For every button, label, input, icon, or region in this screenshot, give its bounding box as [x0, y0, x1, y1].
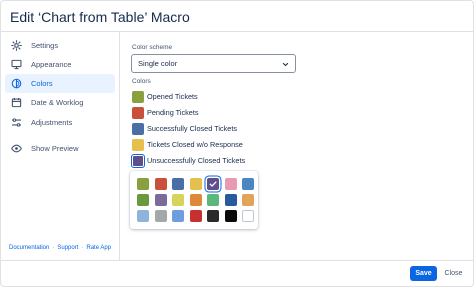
- color-swatch[interactable]: [131, 153, 145, 168]
- palette-swatch[interactable]: [224, 194, 237, 206]
- sidebar-item-adjustments[interactable]: Adjustments: [5, 113, 115, 132]
- palette-swatch[interactable]: [154, 194, 167, 206]
- palette-swatch[interactable]: [172, 210, 184, 222]
- palette-swatch[interactable]: [224, 210, 237, 222]
- palette-swatch[interactable]: [172, 194, 184, 206]
- documentation-link[interactable]: Documentation: [9, 245, 49, 251]
- palette-swatch[interactable]: [207, 194, 219, 206]
- palette-swatch[interactable]: [242, 194, 254, 206]
- color-row-label: Opened Tickets: [147, 92, 198, 101]
- sidebar-item-label: Settings: [31, 41, 59, 50]
- save-button[interactable]: Save: [410, 266, 437, 281]
- color-row-pending[interactable]: Pending Tickets: [132, 106, 199, 119]
- color-row-unsuccessfully-closed[interactable]: Unsuccessfully Closed Tickets: [131, 153, 246, 168]
- sidebar-item-label: Adjustments: [31, 118, 73, 127]
- color-swatch[interactable]: [132, 106, 144, 119]
- color-scheme-label: Color scheme: [132, 44, 173, 51]
- close-button[interactable]: Close: [440, 266, 467, 281]
- color-row-label: Pending Tickets: [147, 108, 199, 117]
- sidebar-item-colors[interactable]: Colors: [5, 74, 115, 93]
- sidebar-item-label: Show Preview: [31, 144, 79, 153]
- sliders-icon: [11, 117, 22, 128]
- color-scheme-select[interactable]: Single color: [131, 54, 296, 73]
- color-row-label: Tickets Closed w/o Response: [147, 140, 243, 149]
- footer-links: Documentation · Support · Rate App: [9, 245, 111, 251]
- palette-swatch[interactable]: [189, 178, 202, 190]
- sidebar-item-settings[interactable]: Settings: [5, 36, 115, 55]
- checkmark-icon: [209, 181, 217, 187]
- color-palette-popup: [130, 171, 258, 229]
- color-scheme-value: Single color: [138, 59, 178, 68]
- palette-swatch[interactable]: [224, 178, 237, 190]
- palette-swatch[interactable]: [154, 210, 167, 222]
- color-row-opened[interactable]: Opened Tickets: [132, 90, 198, 103]
- sidebar-item-label: Colors: [31, 79, 53, 88]
- link-separator: ·: [52, 245, 55, 251]
- color-swatch[interactable]: [132, 90, 144, 103]
- sidebar: Settings Appearance Colors Date & Worklo…: [1, 32, 119, 260]
- palette-icon: [11, 78, 22, 89]
- sidebar-item-show-preview[interactable]: Show Preview: [5, 139, 115, 158]
- rate-app-link[interactable]: Rate App: [86, 245, 111, 251]
- color-row-successfully-closed[interactable]: Successfully Closed Tickets: [132, 122, 237, 135]
- support-link[interactable]: Support: [57, 245, 78, 251]
- sidebar-item-date-worklog[interactable]: Date & Worklog: [5, 93, 115, 112]
- color-swatch[interactable]: [132, 122, 144, 135]
- macro-dialog: Edit ‘Chart from Table’ Macro Settings A…: [0, 0, 474, 287]
- sidebar-item-appearance[interactable]: Appearance: [5, 55, 115, 74]
- palette-swatch[interactable]: [189, 194, 202, 206]
- sidebar-item-label: Date & Worklog: [31, 98, 84, 107]
- palette-swatch[interactable]: [207, 210, 219, 222]
- sidebar-item-label: Appearance: [31, 60, 72, 69]
- palette-swatch[interactable]: [172, 178, 184, 190]
- link-separator: ·: [81, 245, 84, 251]
- palette-swatch[interactable]: [189, 210, 202, 222]
- palette-swatch[interactable]: [207, 178, 219, 190]
- color-row-label: Successfully Closed Tickets: [147, 124, 238, 133]
- eye-icon: [11, 143, 22, 154]
- gear-icon: [11, 40, 22, 51]
- dialog-title: Edit ‘Chart from Table’ Macro: [10, 9, 190, 25]
- calendar-icon: [11, 97, 22, 108]
- sidebar-divider: [119, 32, 120, 260]
- palette-swatch[interactable]: [137, 178, 149, 190]
- footer-divider: [1, 260, 474, 261]
- color-row-label: Unsuccessfully Closed Tickets: [147, 156, 246, 165]
- palette-swatch[interactable]: [137, 210, 149, 222]
- palette-swatch[interactable]: [154, 178, 167, 190]
- color-swatch[interactable]: [132, 138, 144, 151]
- color-row-closed-no-response[interactable]: Tickets Closed w/o Response: [132, 138, 243, 151]
- palette-swatch[interactable]: [137, 194, 149, 206]
- palette-swatch[interactable]: [242, 178, 254, 190]
- colors-label: Colors: [132, 78, 151, 85]
- chevron-down-icon: [282, 55, 289, 73]
- palette-swatch[interactable]: [242, 210, 254, 222]
- monitor-icon: [11, 59, 22, 70]
